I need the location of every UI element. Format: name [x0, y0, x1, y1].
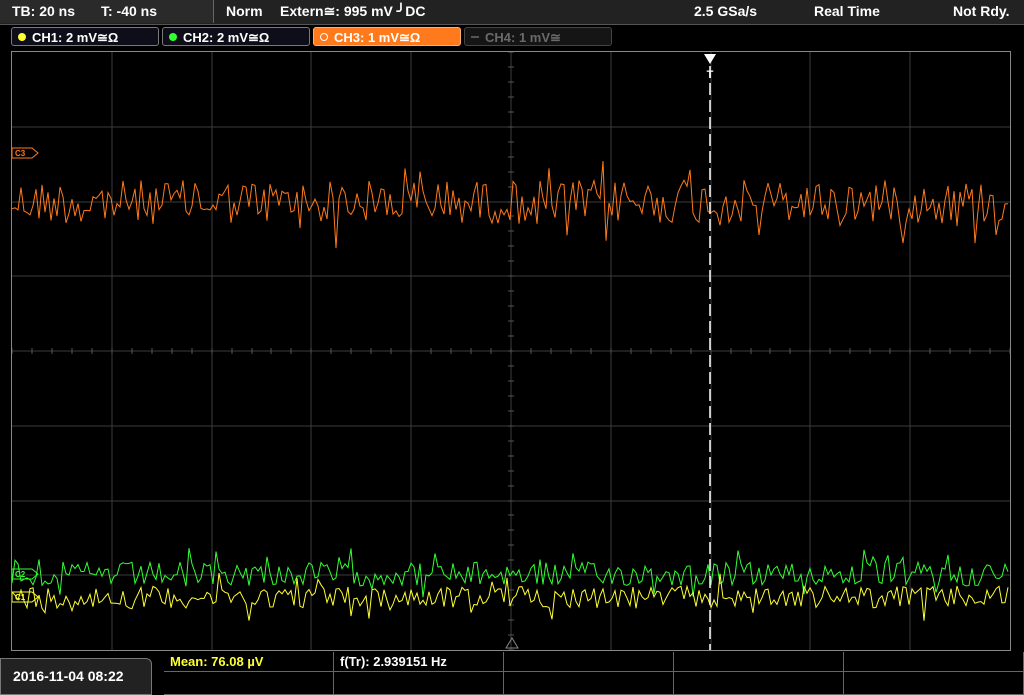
measurement-cell-mean[interactable]: Mean: 76.08 µV — [164, 652, 334, 672]
channel-4-tab[interactable]: CH4: 1 mV≅ — [464, 27, 612, 46]
measurement-panel[interactable]: Mean: 76.08 µV f(Tr): 2.939151 Hz — [164, 652, 1024, 695]
datetime-display: 2016-11-04 08:22 — [0, 658, 152, 695]
measurement-cell-empty-3[interactable] — [844, 652, 1024, 672]
channel-3-color-dot — [320, 33, 328, 41]
timebase-panel[interactable]: TB: 20 ns T: -40 ns — [0, 0, 214, 23]
mean-measurement: Mean: 76.08 µV — [170, 654, 264, 669]
channel-1-ref-label: C1 — [15, 593, 26, 602]
trigger-marker-label: T — [707, 69, 714, 81]
measurement-cell-empty-4[interactable] — [164, 672, 334, 695]
channel-4-color-dot — [471, 36, 479, 38]
channel-2-color-dot — [169, 33, 177, 41]
acquisition-mode-label[interactable]: Real Time — [814, 3, 880, 19]
measurement-cell-empty-6[interactable] — [504, 672, 674, 695]
channel-1-label: CH1: 2 mV≅Ω — [32, 30, 119, 45]
channel-2-tab[interactable]: CH2: 2 mV≅Ω — [162, 27, 310, 46]
trigger-mode-label[interactable]: Norm — [226, 3, 263, 19]
status-label: Not Rdy. — [953, 3, 1010, 19]
channel-3-tab[interactable]: CH3: 1 mV≅Ω — [313, 27, 461, 46]
sample-rate-label[interactable]: 2.5 GSa/s — [694, 3, 757, 19]
channel-1-tab[interactable]: CH1: 2 mV≅Ω — [11, 27, 159, 46]
timebase-label[interactable]: TB: 20 ns — [12, 3, 75, 19]
top-status-bar: TB: 20 ns T: -40 ns Norm Extern≅: 995 mV… — [0, 0, 1024, 25]
measurement-cell-empty-8[interactable] — [844, 672, 1024, 695]
channel-2-ref-marker[interactable]: C2 — [12, 568, 39, 580]
channel-3-label: CH3: 1 mV≅Ω — [334, 30, 421, 45]
trigger-position-marker[interactable] — [704, 54, 716, 64]
measurement-cell-empty-1[interactable] — [504, 652, 674, 672]
frequency-measurement: f(Tr): 2.939151 Hz — [340, 654, 447, 669]
channel-bar: CH1: 2 mV≅Ω CH2: 2 mV≅Ω CH3: 1 mV≅Ω CH4:… — [0, 25, 1024, 49]
waveform-display[interactable]: T C3 C2 C1 — [11, 51, 1011, 651]
channel-2-ref-label: C2 — [15, 570, 26, 579]
measurement-cell-empty-5[interactable] — [334, 672, 504, 695]
measurement-cell-freq[interactable]: f(Tr): 2.939151 Hz — [334, 652, 504, 672]
waveform-svg[interactable]: T C3 C2 C1 — [12, 52, 1010, 650]
channel-4-label: CH4: 1 mV≅ — [485, 30, 561, 45]
measurement-cell-empty-7[interactable] — [674, 672, 844, 695]
trigger-time-label[interactable]: T: -40 ns — [101, 3, 157, 19]
channel-3-ref-marker[interactable]: C3 — [12, 147, 39, 159]
trigger-source-label[interactable]: Extern≅: 995 mV ╯DC — [280, 3, 425, 20]
channel-3-trace — [12, 161, 1009, 249]
measurement-cell-empty-2[interactable] — [674, 652, 844, 672]
channel-2-label: CH2: 2 mV≅Ω — [183, 30, 270, 45]
channel-1-color-dot — [18, 33, 26, 41]
channel-3-ref-label: C3 — [15, 149, 26, 158]
trigger-level-marker-bottom — [505, 637, 519, 649]
